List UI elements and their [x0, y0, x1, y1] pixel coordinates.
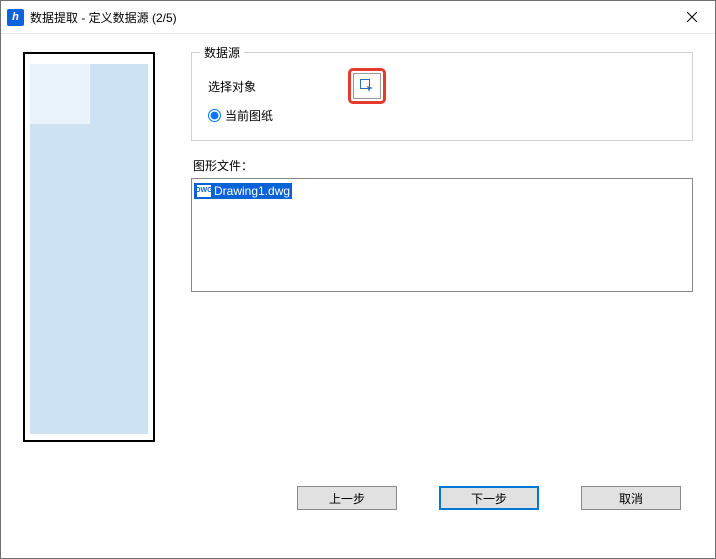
- select-objects-row: 选择对象: [208, 69, 676, 103]
- dialog-window: h 数据提取 - 定义数据源 (2/5) 数据源 选择对象: [0, 0, 716, 559]
- close-button[interactable]: [669, 1, 715, 33]
- prev-button[interactable]: 上一步: [297, 486, 397, 510]
- highlight-frame: [348, 68, 386, 104]
- form-column: 数据源 选择对象 当前图纸: [191, 52, 693, 484]
- dialog-body: 数据源 选择对象 当前图纸: [1, 34, 715, 484]
- radio-current-drawing-input[interactable]: [208, 109, 221, 122]
- dwg-file-icon: DWG: [196, 184, 212, 198]
- cancel-button[interactable]: 取消: [581, 486, 681, 510]
- radio-current-drawing-label: 当前图纸: [225, 107, 273, 124]
- file-name: Drawing1.dwg: [214, 184, 290, 198]
- group-legend: 数据源: [200, 44, 244, 61]
- close-icon: [687, 12, 697, 22]
- drawing-files-label: 图形文件：: [193, 157, 693, 174]
- drawing-files-list[interactable]: DWG Drawing1.dwg: [191, 178, 693, 292]
- next-button[interactable]: 下一步: [439, 486, 539, 510]
- radio-current-drawing[interactable]: 当前图纸: [208, 107, 676, 124]
- titlebar: h 数据提取 - 定义数据源 (2/5): [1, 1, 715, 34]
- select-objects-label: 选择对象: [208, 78, 348, 95]
- data-source-group: 数据源 选择对象 当前图纸: [191, 52, 693, 141]
- preview-column: [23, 52, 155, 484]
- footer: 上一步 下一步 取消: [1, 486, 715, 510]
- window-title: 数据提取 - 定义数据源 (2/5): [30, 9, 177, 26]
- list-item[interactable]: DWG Drawing1.dwg: [194, 183, 292, 199]
- select-objects-button[interactable]: [353, 73, 381, 99]
- app-icon: h: [7, 9, 24, 26]
- pick-objects-icon: [359, 78, 375, 94]
- page-preview: [23, 52, 155, 442]
